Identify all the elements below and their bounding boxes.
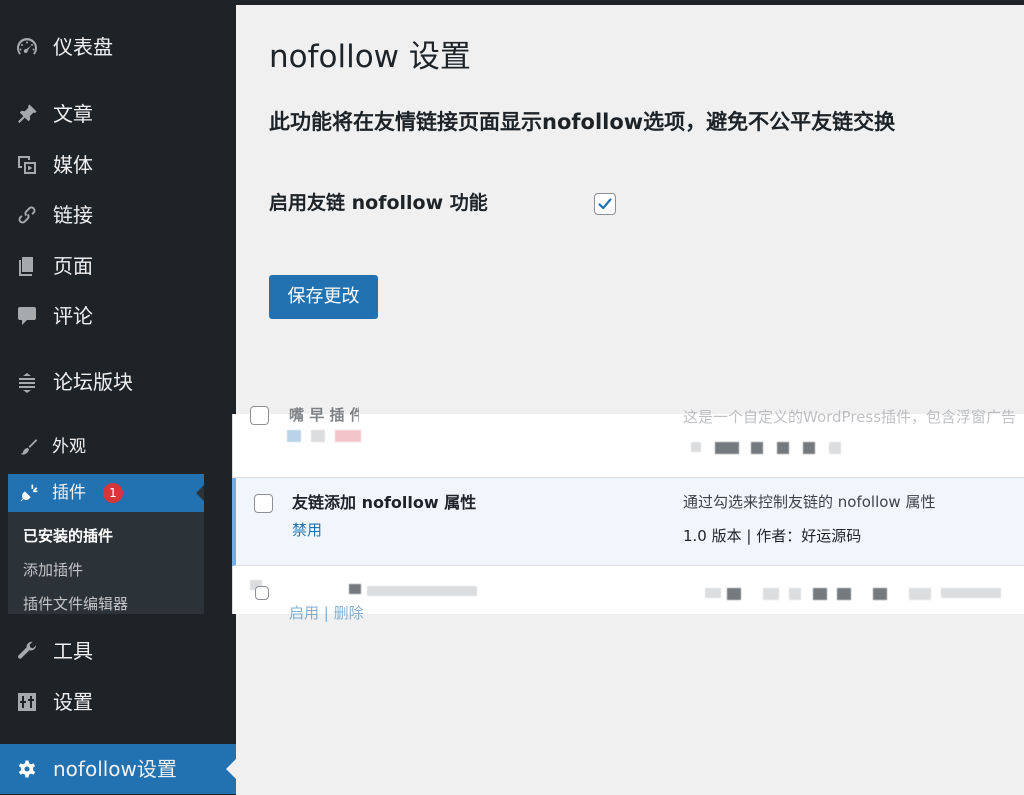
blurred-text	[287, 430, 301, 442]
checkmark-icon	[598, 198, 612, 210]
gear-icon	[14, 756, 40, 782]
blurred-text	[763, 588, 779, 600]
comment-icon	[14, 303, 40, 329]
sidebar-item-posts[interactable]: 文章	[0, 99, 236, 129]
settings-sliders-icon	[14, 689, 40, 715]
blurred-text	[349, 584, 361, 594]
sidebar-item-media[interactable]: 媒体	[0, 150, 236, 180]
sidebar-item-label: 仪表盘	[53, 35, 113, 59]
dashboard-icon	[14, 34, 40, 60]
brush-icon	[18, 436, 40, 458]
sidebar-item-tools[interactable]: 工具	[0, 636, 236, 666]
plugin-name: 友链添加 nofollow 属性	[292, 493, 477, 512]
sidebar-item-label: 页面	[53, 254, 93, 278]
plugins-screenshot-overlay: 外观 插件 1 已安装的插件 添加插件 插件文件编辑器 嘴 早 插 件 这是一个…	[0, 406, 1024, 622]
blurred-text	[789, 588, 801, 600]
sidebar-item-comments[interactable]: 评论	[0, 301, 236, 331]
plugins-submenu: 已安装的插件 添加插件 插件文件编辑器	[8, 512, 204, 614]
sidebar-item-label: 论坛版块	[53, 370, 133, 394]
sidebar-item-label: 文章	[53, 102, 93, 126]
blurred-text	[727, 588, 741, 600]
sidebar-item-label: nofollow设置	[53, 757, 177, 781]
submenu-plugin-editor[interactable]: 插件文件编辑器	[23, 594, 128, 614]
blurred-text	[705, 588, 721, 598]
pin-icon	[14, 101, 40, 127]
row-checkbox[interactable]	[250, 406, 269, 425]
blurred-text	[311, 430, 325, 442]
blurred-text	[777, 442, 789, 454]
blurred-text	[367, 586, 477, 596]
blurred-text	[837, 588, 851, 600]
blurred-text	[941, 588, 1001, 598]
page-title: nofollow 设置	[269, 39, 471, 75]
wrench-icon	[14, 638, 40, 664]
enable-nofollow-label: 启用友链 nofollow 功能	[269, 192, 488, 214]
admin-sidebar: 仪表盘 文章 媒体 链接 页面 评论 论坛版块 工具 设置 nofollow设置	[0, 0, 236, 795]
plugin-actions[interactable]: 启用 | 删除	[289, 602, 369, 623]
table-row-active-plugin: 友链添加 nofollow 属性 禁用 通过勾选来控制友链的 nofollow …	[232, 478, 1024, 566]
settings-page: nofollow 设置 此功能将在友情链接页面显示nofollow选项，避免不公…	[236, 5, 1024, 415]
row-checkbox[interactable]	[255, 586, 269, 600]
plugin-description: 通过勾选来控制友链的 nofollow 属性	[683, 493, 936, 511]
submenu-add-plugin[interactable]: 添加插件	[23, 560, 83, 580]
sidebar-item-label: 评论	[53, 304, 93, 328]
plugin-list: 嘴 早 插 件 这是一个自定义的WordPress插件，包含浮窗广告 友链添加 …	[232, 406, 1024, 622]
blurred-text	[813, 588, 827, 600]
sidebar-item-label: 链接	[53, 203, 93, 227]
sidebar-item-forums[interactable]: 论坛版块	[0, 367, 236, 397]
active-indicator	[226, 759, 236, 779]
sidebar-item-settings[interactable]: 设置	[0, 687, 236, 717]
blurred-text	[873, 588, 887, 600]
sidebar-item-dashboard[interactable]: 仪表盘	[0, 32, 236, 62]
plugin-icon	[18, 482, 40, 504]
blurred-text	[691, 442, 701, 452]
plugin-meta: 1.0 版本 | 作者：好运源码	[683, 527, 862, 545]
blurred-text	[829, 442, 841, 454]
forum-icon	[14, 369, 40, 395]
sidebar-item-links[interactable]: 链接	[0, 200, 236, 230]
blurred-text	[751, 442, 763, 454]
table-row: 嘴 早 插 件 这是一个自定义的WordPress插件，包含浮窗广告	[233, 406, 1024, 478]
sidebar-item-pages[interactable]: 页面	[0, 251, 236, 281]
blurred-text	[909, 588, 931, 600]
plugin-description: 这是一个自定义的WordPress插件，包含浮窗广告	[683, 408, 1017, 426]
page-description: 此功能将在友情链接页面显示nofollow选项，避免不公平友链交换	[269, 110, 896, 134]
blurred-text	[803, 442, 815, 454]
plugins-sidebar: 外观 插件 1 已安装的插件 添加插件 插件文件编辑器	[0, 414, 204, 614]
sidebar-item-label: 工具	[53, 639, 93, 663]
blurred-text	[335, 430, 361, 442]
row-checkbox[interactable]	[254, 494, 273, 513]
link-icon	[14, 202, 40, 228]
update-count-badge: 1	[103, 483, 123, 503]
submenu-installed-plugins[interactable]: 已安装的插件	[23, 526, 113, 546]
sidebar-item-plugins[interactable]: 插件 1	[8, 474, 204, 512]
save-changes-button[interactable]: 保存更改	[269, 275, 378, 319]
sidebar-item-label: 媒体	[53, 153, 93, 177]
sidebar-item-label: 设置	[53, 690, 93, 714]
active-indicator	[196, 485, 204, 501]
enable-nofollow-checkbox[interactable]	[594, 193, 616, 215]
blurred-text	[715, 442, 739, 454]
plugin-name: 嘴 早 插 件	[289, 406, 359, 424]
deactivate-link[interactable]: 禁用	[292, 520, 322, 540]
sidebar-item-appearance[interactable]: 外观	[0, 436, 204, 458]
sidebar-item-label: 外观	[52, 437, 86, 457]
page-icon	[14, 253, 40, 279]
sidebar-item-label: 插件	[52, 483, 86, 503]
sidebar-item-nofollow-settings[interactable]: nofollow设置	[0, 744, 236, 794]
media-icon	[14, 152, 40, 178]
table-row: 启用 | 删除	[233, 566, 1024, 622]
